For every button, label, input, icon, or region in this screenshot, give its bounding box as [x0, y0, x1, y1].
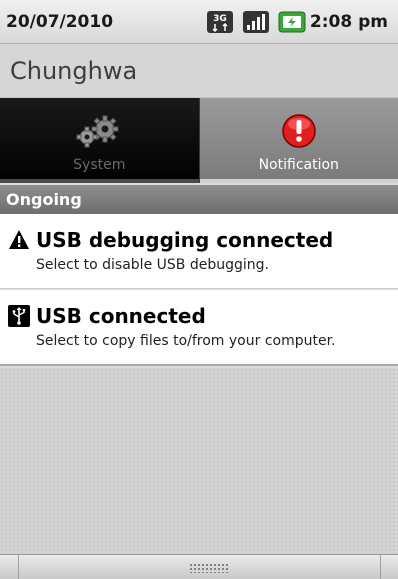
tab-notification-label: Notification: [258, 157, 339, 173]
status-date: 20/07/2010: [6, 11, 114, 32]
3g-data-icon: 3G: [206, 10, 234, 34]
tab-system-indicator: [0, 179, 199, 183]
alert-icon: [281, 113, 317, 153]
notification-title: USB connected: [36, 304, 206, 328]
notification-title: USB debugging connected: [36, 228, 334, 252]
tab-system[interactable]: System: [0, 98, 200, 183]
shade-drag-handle[interactable]: [0, 554, 398, 579]
status-bar[interactable]: 20/07/2010 3G 2:08 pm: [0, 0, 398, 44]
grip-icon: [189, 563, 229, 573]
gears-icon: [72, 115, 126, 153]
tab-system-label: System: [73, 157, 126, 173]
status-time: 2:08 pm: [309, 11, 388, 32]
tab-bar: System Notification: [0, 98, 398, 183]
carrier-bar: Chunghwa: [0, 44, 398, 98]
svg-text:3G: 3G: [213, 14, 227, 24]
notification-text: Select to disable USB debugging.: [36, 257, 269, 273]
warning-icon: [8, 229, 30, 251]
section-title: Ongoing: [6, 190, 82, 209]
status-icons: 3G: [206, 10, 306, 34]
notification-header: USB connected: [8, 304, 398, 328]
notification-text: Select to copy files to/from your comput…: [36, 333, 336, 349]
notification-header: USB debugging connected: [8, 228, 398, 252]
handle-edge-left: [18, 555, 19, 579]
empty-notification-area: [0, 368, 398, 554]
usb-icon: [8, 305, 30, 327]
section-header: Ongoing: [0, 185, 398, 214]
carrier-name: Chunghwa: [10, 56, 138, 85]
notification-usb-connected[interactable]: USB connected Select to copy files to/fr…: [0, 290, 398, 366]
notification-usb-debugging[interactable]: USB debugging connected Select to disabl…: [0, 214, 398, 289]
tab-notification[interactable]: Notification: [199, 98, 398, 183]
battery-charging-icon: [278, 10, 306, 34]
signal-strength-icon: [242, 10, 270, 34]
handle-edge-right: [380, 555, 381, 579]
tab-notification-indicator: [199, 179, 398, 183]
notification-shade: 20/07/2010 3G 2:08 pm Chunghwa System No…: [0, 0, 398, 579]
